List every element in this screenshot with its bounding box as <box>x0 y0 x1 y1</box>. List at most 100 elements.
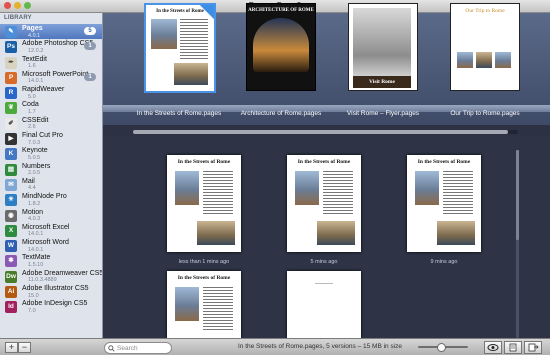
sidebar-item-label: Microsoft Word <box>22 239 69 247</box>
version-thumbnail[interactable]: In the Streets of Rome <box>407 155 481 252</box>
app-window: ForeverSave 2 LIBRARY ✎Pages4.0.15PsAdob… <box>0 0 550 355</box>
version-caption: less than 1 mins ago <box>178 259 230 265</box>
sidebar-item-version: 5.0 <box>28 93 36 100</box>
photoshop-icon: Ps <box>5 41 17 54</box>
versions-scrollbar[interactable] <box>516 150 519 338</box>
zoom-slider-knob[interactable] <box>436 343 446 352</box>
versions-scroll-thumb[interactable] <box>516 150 519 240</box>
sidebar-item-mindnode-pro[interactable]: ✳ MindNode Pro 1.8.2 <box>0 192 102 207</box>
sidebar-item-adobe-indesign-cs5[interactable]: Id Adobe InDesign CS5 7.0 <box>0 299 102 314</box>
cover-photo <box>253 18 309 72</box>
shelf-scrollbar[interactable] <box>133 130 518 134</box>
search-field[interactable] <box>104 342 172 354</box>
sidebar-item-label: Keynote <box>22 147 48 155</box>
cover-photo <box>174 63 208 85</box>
zoom-slider[interactable] <box>418 343 468 352</box>
sidebar-item-numbers[interactable]: ▤ Numbers 2.0.5 <box>0 162 102 177</box>
sidebar-item-version: 4.0.1 <box>28 32 41 39</box>
version-photo <box>317 221 355 245</box>
version-page-title: In the Streets of Rome <box>297 159 351 165</box>
sidebar-item-microsoft-powerpoint[interactable]: P Microsoft PowerPoint 14.0.1 1 <box>0 70 102 85</box>
sidebar-item-label: Pages <box>22 25 43 32</box>
cover-visit-rome[interactable]: Visit Rome <box>348 3 418 91</box>
document-icon <box>509 343 517 352</box>
preview-button[interactable] <box>484 341 502 354</box>
version-blank-line <box>315 283 333 284</box>
sidebar-item-version: 15.0 <box>28 292 39 299</box>
sidebar-item-version: 7.0 <box>28 307 36 314</box>
sidebar-item-label: Adobe Photoshop CS5 <box>22 40 94 48</box>
shelf-caption: Visit Rome – Flyer.pages <box>346 110 420 117</box>
sidebar-item-version: 5.0.5 <box>28 154 41 161</box>
sidebar-item-label: Mail <box>22 177 35 185</box>
cover-title: Our Trip to Rome <box>465 8 505 14</box>
version-page-title: In the Streets of Rome <box>417 159 471 165</box>
version-text <box>323 171 353 215</box>
export-document-icon <box>528 343 539 352</box>
version-thumbnail[interactable]: In the Streets of Rome <box>167 155 241 252</box>
search-input[interactable] <box>117 343 167 353</box>
cover-our-trip-to-rome[interactable]: Our Trip to Rome <box>450 3 520 91</box>
version-thumbnail-blank[interactable] <box>287 271 361 338</box>
sidebar-item-microsoft-word[interactable]: W Microsoft Word 14.0.1 <box>0 238 102 253</box>
dreamweaver-icon: Dw <box>5 270 17 283</box>
bottom-toolbar: + − In the Streets of Rome.pages, 5 vers… <box>0 338 550 355</box>
remove-button[interactable]: − <box>18 342 31 353</box>
sidebar-item-mail[interactable]: ✉ Mail 4.4 <box>0 177 102 192</box>
cover-architecture-of-rome[interactable]: ARCHITECTURE OF ROME <box>246 3 316 91</box>
version-text <box>203 287 233 331</box>
sidebar-item-cssedit[interactable]: ✐ CSSEdit 2.6 <box>0 116 102 131</box>
sidebar-item-coda[interactable]: ❦ Coda 1.7 <box>0 100 102 115</box>
cover-photo <box>476 52 492 68</box>
cover-band: Visit Rome <box>353 76 411 88</box>
sidebar-item-version: 14.0.1 <box>28 78 44 85</box>
export-button[interactable] <box>524 341 542 354</box>
version-thumbnail[interactable]: In the Streets of Rome <box>287 155 361 252</box>
sidebar-item-label: TextMate <box>22 254 51 262</box>
sidebar-item-motion[interactable]: ◉ Motion 4.0.3 <box>0 208 102 223</box>
version-page-title: In the Streets of Rome <box>177 159 231 165</box>
sidebar-item-pages[interactable]: ✎ Pages 4.0.1 5 <box>0 24 102 40</box>
sidebar-item-adobe-photoshop-cs5[interactable]: Ps Adobe Photoshop CS5 12.0.2 1 <box>0 39 102 54</box>
cover-photo <box>151 19 177 49</box>
sidebar-item-final-cut-pro[interactable]: ▶ Final Cut Pro 7.0.3 <box>0 131 102 146</box>
rapidweaver-icon: R <box>5 87 17 100</box>
add-button[interactable]: + <box>5 342 18 353</box>
sidebar-item-adobe-illustrator-cs5[interactable]: Ai Adobe Illustrator CS5 15.0 <box>0 284 102 299</box>
textmate-icon: ✱ <box>5 255 17 268</box>
sidebar-item-textmate[interactable]: ✱ TextMate 1.5.10 <box>0 253 102 268</box>
sidebar-item-label: RapidWeaver <box>22 86 65 94</box>
sidebar-item-rapidweaver[interactable]: R RapidWeaver 5.0 <box>0 85 102 100</box>
indesign-icon: Id <box>5 301 17 314</box>
version-photo <box>175 171 199 205</box>
sidebar-item-version: 11.0.3.4889 <box>28 277 57 284</box>
sidebar-item-version: 14.0.1 <box>28 231 44 238</box>
sidebar-item-label: CSSEdit <box>22 116 49 124</box>
app-list: ✎ Pages 4.0.1 5 Ps Adobe Photoshop CS5 12.0.2 1… <box>0 24 102 315</box>
sidebar-item-keynote[interactable]: K Keynote 5.0.5 <box>0 146 102 161</box>
sidebar-item-adobe-dreamweaver-cs5[interactable]: Dw Adobe Dreamweaver CS5 11.0.3.4889 <box>0 269 102 284</box>
eye-icon <box>487 344 499 351</box>
version-photo <box>415 171 439 205</box>
sidebar-item-version: 7.0.3 <box>28 139 41 146</box>
illustrator-icon: Ai <box>5 286 17 299</box>
keynote-icon: K <box>5 148 17 161</box>
sidebar-item-label: TextEdit <box>22 55 47 63</box>
sidebar-item-label: Numbers <box>22 162 51 170</box>
sidebar-item-version: 12.0.2 <box>28 47 44 54</box>
mail-icon: ✉ <box>5 178 17 191</box>
restore-button[interactable] <box>504 341 522 354</box>
version-text <box>443 171 473 215</box>
shelf-caption: Our Trip to Rome.pages <box>450 110 520 117</box>
shelf-scroll-thumb[interactable] <box>133 130 508 134</box>
version-thumbnail[interactable]: In the Streets of Rome <box>167 271 241 338</box>
sidebar-item-version: 4.0.3 <box>28 216 41 223</box>
cover-streets-of-rome[interactable]: In the Streets of Rome <box>144 3 216 93</box>
mindnode-icon: ✳ <box>5 194 17 207</box>
sidebar-item-version: 1.8.2 <box>28 200 41 207</box>
sidebar-item-label: Adobe InDesign CS5 <box>22 300 88 308</box>
sidebar-item-textedit[interactable]: ✒ TextEdit 1.6 <box>0 55 102 70</box>
sidebar-item-microsoft-excel[interactable]: X Microsoft Excel 14.0.1 <box>0 223 102 238</box>
sidebar-item-label: Microsoft Excel <box>22 223 70 231</box>
search-icon <box>108 345 115 352</box>
